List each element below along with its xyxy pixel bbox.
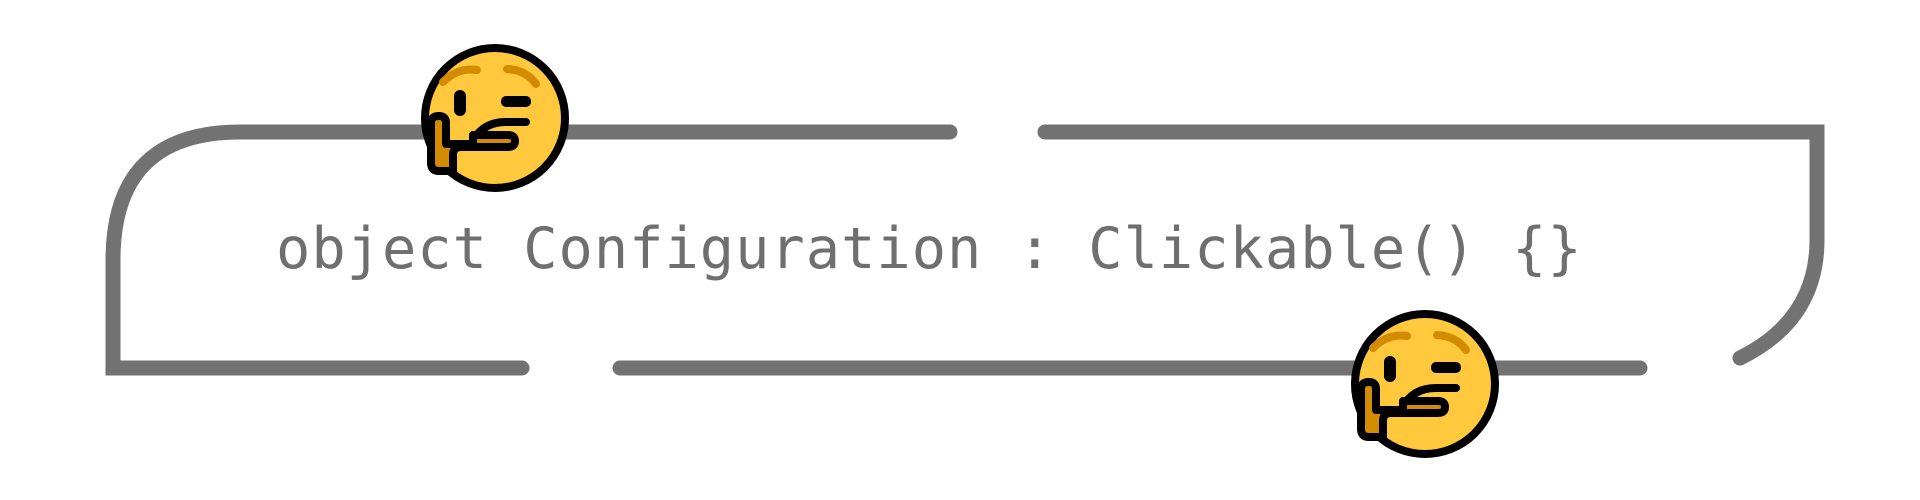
code-banner: object Configuration : Clickable() {} <box>0 0 1920 500</box>
code-line: object Configuration : Clickable() {} <box>276 216 1583 282</box>
thinking-face-icon <box>415 40 575 200</box>
thinking-face-icon <box>1345 306 1505 466</box>
